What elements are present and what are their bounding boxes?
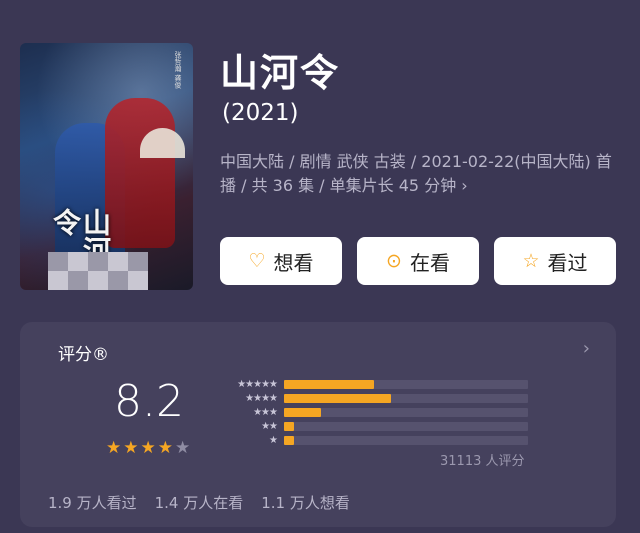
- distribution-bar: [284, 379, 375, 389]
- distribution-row: ★★★★: [215, 391, 528, 405]
- distribution-row: ★: [215, 433, 528, 447]
- distribution-stars-label: ★★: [261, 420, 278, 432]
- movie-meta-info[interactable]: 中国大陆 / 剧情 武侠 古装 / 2021-02-22(中国大陆) 首播 / …: [220, 150, 620, 198]
- star-icon: ★: [123, 438, 139, 458]
- rating-label: 评分®: [58, 345, 109, 365]
- poster-seal-text: 张哲瀚 龚俊: [174, 51, 182, 89]
- star-icon: ★: [106, 438, 122, 458]
- distribution-row: ★★★: [215, 405, 528, 419]
- distribution-stars-label: ★: [269, 434, 278, 446]
- distribution-row: ★★★★★: [215, 377, 528, 391]
- want-to-watch-label: 想看: [273, 250, 314, 275]
- distribution-bar: [284, 435, 294, 445]
- action-buttons: ♡ 想看 ⊙ 在看 ☆ 看过: [220, 237, 616, 285]
- want-to-watch-button[interactable]: ♡ 想看: [220, 237, 342, 285]
- distribution-bar: [284, 407, 321, 417]
- distribution-bar: [284, 421, 294, 431]
- distribution-track: [284, 393, 528, 403]
- rating-distribution: ★★★★★ ★★★★ ★★★ ★★ ★: [215, 377, 528, 447]
- poster-mosaic-blur: [48, 252, 148, 290]
- watching-button[interactable]: ⊙ 在看: [357, 237, 479, 285]
- distribution-track: [284, 407, 528, 417]
- watched-button[interactable]: ☆ 看过: [494, 237, 616, 285]
- chevron-right-icon[interactable]: ›: [583, 338, 590, 359]
- rating-score: 8.2: [114, 376, 184, 427]
- star-icon: ★: [157, 438, 173, 458]
- distribution-track: [284, 421, 528, 431]
- distribution-bar: [284, 393, 392, 403]
- rating-stars: ★ ★ ★ ★ ★: [106, 438, 190, 458]
- movie-title: 山河令: [220, 51, 341, 95]
- distribution-row: ★★: [215, 419, 528, 433]
- raters-count: 31113 人评分: [440, 454, 525, 469]
- watched-count: 1.9 万人看过: [48, 494, 137, 512]
- distribution-stars-label: ★★★★: [245, 392, 278, 404]
- rating-panel[interactable]: 评分® › 8.2 ★ ★ ★ ★ ★ ★★★★★ ★★★★ ★★★ ★★ ★ 31113 人评…: [20, 322, 616, 527]
- movie-year: (2021): [222, 100, 299, 126]
- watched-label: 看过: [547, 250, 588, 275]
- chevron-right-icon: ›: [461, 176, 468, 195]
- distribution-track: [284, 379, 528, 389]
- poster-figure-red: [105, 98, 175, 248]
- target-icon: ⊙: [386, 249, 402, 272]
- star-outline-icon: ☆: [522, 249, 540, 272]
- want-count: 1.1 万人想看: [261, 494, 350, 512]
- distribution-stars-label: ★★★★★: [237, 378, 278, 390]
- heart-plus-icon: ♡: [248, 249, 266, 272]
- watch-stats: 1.9 万人看过 1.4 万人在看 1.1 万人想看: [48, 492, 350, 513]
- star-icon: ★: [140, 438, 156, 458]
- distribution-stars-label: ★★★: [253, 406, 278, 418]
- meta-text: 中国大陆 / 剧情 武侠 古装 / 2021-02-22(中国大陆) 首播 / …: [220, 152, 612, 195]
- watching-label: 在看: [409, 250, 450, 275]
- star-icon: ★: [175, 438, 191, 458]
- distribution-track: [284, 435, 528, 445]
- watching-count: 1.4 万人在看: [154, 494, 244, 512]
